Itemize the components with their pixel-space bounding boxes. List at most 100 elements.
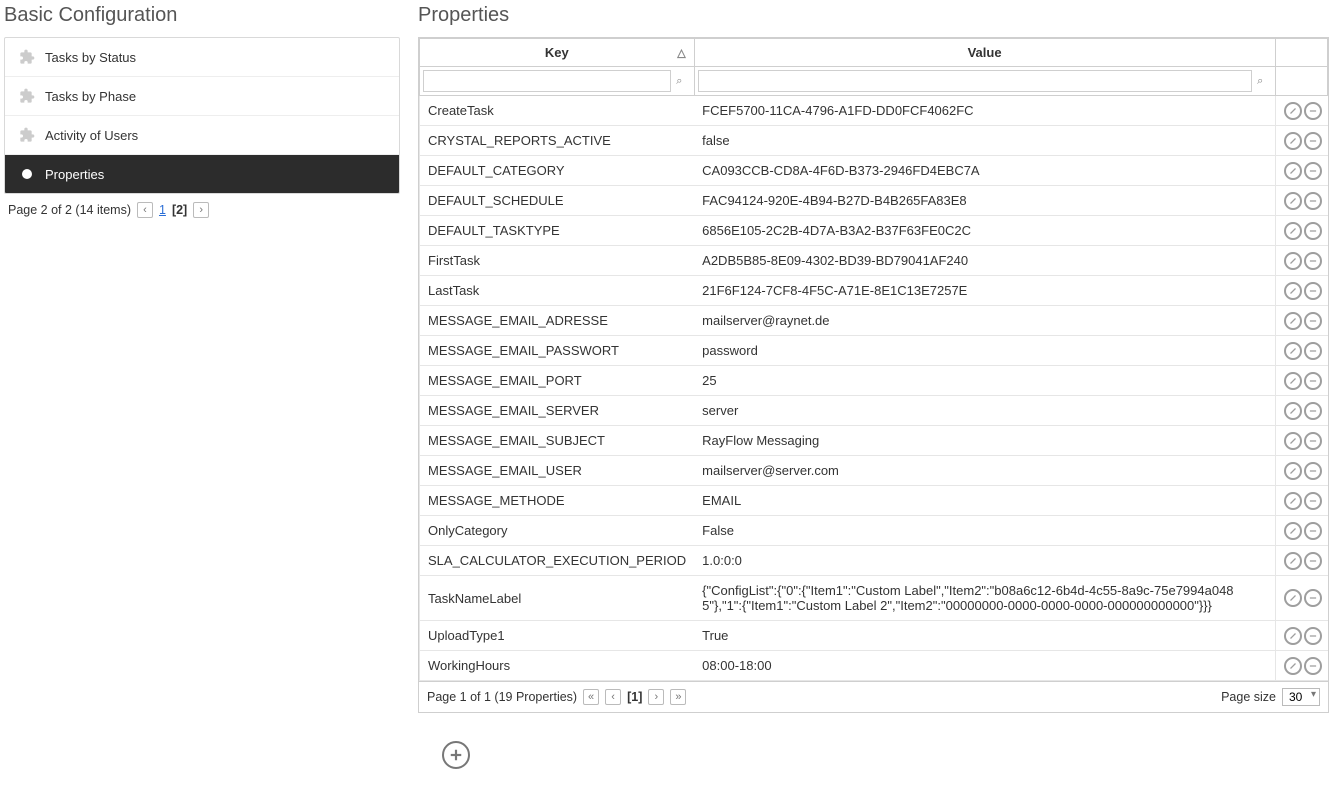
cell-value: True: [694, 621, 1275, 651]
cell-key: FirstTask: [420, 246, 695, 276]
edit-icon[interactable]: [1284, 372, 1302, 390]
delete-icon[interactable]: [1304, 372, 1322, 390]
delete-icon[interactable]: [1304, 552, 1322, 570]
sidebar-title: Basic Configuration: [4, 4, 400, 27]
cell-actions: [1275, 186, 1328, 216]
cell-value: FAC94124-920E-4B94-B27D-B4B265FA83E8: [694, 186, 1275, 216]
cell-value: 25: [694, 366, 1275, 396]
cell-value: CA093CCB-CD8A-4F6D-B373-2946FD4EBC7A: [694, 156, 1275, 186]
col-value-header[interactable]: Value: [694, 39, 1275, 67]
cell-key: DEFAULT_SCHEDULE: [420, 186, 695, 216]
sidebar-pager-text: Page 2 of 2 (14 items): [8, 203, 131, 217]
edit-icon[interactable]: [1284, 192, 1302, 210]
delete-icon[interactable]: [1304, 282, 1322, 300]
cell-value: 21F6F124-7CF8-4F5C-A71E-8E1C13E7257E: [694, 276, 1275, 306]
sidebar-item-3[interactable]: Properties: [5, 155, 399, 193]
cell-value: {"ConfigList":{"0":{"Item1":"Custom Labe…: [694, 576, 1275, 621]
delete-icon[interactable]: [1304, 222, 1322, 240]
properties-grid: Key △ Value ⌕ ⌕: [418, 37, 1329, 713]
sidebar-pager: Page 2 of 2 (14 items) ‹ 1 [2] ›: [4, 194, 400, 226]
cell-key: MESSAGE_EMAIL_USER: [420, 456, 695, 486]
table-row: UploadType1True: [420, 621, 1328, 651]
cell-value: password: [694, 336, 1275, 366]
edit-icon[interactable]: [1284, 252, 1302, 270]
grid-pager-next[interactable]: ›: [648, 689, 664, 705]
delete-icon[interactable]: [1304, 162, 1322, 180]
delete-icon[interactable]: [1304, 522, 1322, 540]
filter-key-input[interactable]: [423, 70, 671, 92]
puzzle-icon: [19, 88, 35, 104]
cell-key: DEFAULT_CATEGORY: [420, 156, 695, 186]
cell-actions: [1275, 156, 1328, 186]
table-row: MESSAGE_EMAIL_USERmailserver@server.com: [420, 456, 1328, 486]
cell-key: CRYSTAL_REPORTS_ACTIVE: [420, 126, 695, 156]
edit-icon[interactable]: [1284, 552, 1302, 570]
edit-icon[interactable]: [1284, 222, 1302, 240]
col-key-header[interactable]: Key △: [420, 39, 695, 67]
edit-icon[interactable]: [1284, 312, 1302, 330]
cell-value: EMAIL: [694, 486, 1275, 516]
edit-icon[interactable]: [1284, 627, 1302, 645]
filter-value-icon[interactable]: ⌕: [1257, 75, 1263, 87]
grid-pager-prev[interactable]: ‹: [605, 689, 621, 705]
filter-value-input[interactable]: [698, 70, 1252, 92]
delete-icon[interactable]: [1304, 627, 1322, 645]
cell-actions: [1275, 426, 1328, 456]
table-row: MESSAGE_EMAIL_ADRESSEmailserver@raynet.d…: [420, 306, 1328, 336]
delete-icon[interactable]: [1304, 402, 1322, 420]
table-row: MESSAGE_EMAIL_SUBJECTRayFlow Messaging: [420, 426, 1328, 456]
edit-icon[interactable]: [1284, 522, 1302, 540]
sidebar-pager-page-1[interactable]: 1: [159, 203, 166, 217]
dot-icon: [19, 166, 35, 182]
table-row: DEFAULT_CATEGORYCA093CCB-CD8A-4F6D-B373-…: [420, 156, 1328, 186]
delete-icon[interactable]: [1304, 492, 1322, 510]
sidebar-pager-prev[interactable]: ‹: [137, 202, 153, 218]
delete-icon[interactable]: [1304, 192, 1322, 210]
edit-icon[interactable]: [1284, 657, 1302, 675]
add-property-button[interactable]: [442, 741, 470, 769]
cell-key: LastTask: [420, 276, 695, 306]
puzzle-icon: [19, 127, 35, 143]
sidebar-list: Tasks by StatusTasks by PhaseActivity of…: [4, 37, 400, 194]
edit-icon[interactable]: [1284, 492, 1302, 510]
delete-icon[interactable]: [1304, 657, 1322, 675]
sidebar-item-2[interactable]: Activity of Users: [5, 116, 399, 155]
edit-icon[interactable]: [1284, 132, 1302, 150]
cell-actions: [1275, 276, 1328, 306]
edit-icon[interactable]: [1284, 432, 1302, 450]
table-row: TaskNameLabel{"ConfigList":{"0":{"Item1"…: [420, 576, 1328, 621]
table-row: MESSAGE_EMAIL_SERVERserver: [420, 396, 1328, 426]
delete-icon[interactable]: [1304, 432, 1322, 450]
cell-value: false: [694, 126, 1275, 156]
delete-icon[interactable]: [1304, 132, 1322, 150]
grid-pager-text: Page 1 of 1 (19 Properties): [427, 690, 577, 704]
table-row: CreateTaskFCEF5700-11CA-4796-A1FD-DD0FCF…: [420, 96, 1328, 126]
sidebar-item-1[interactable]: Tasks by Phase: [5, 77, 399, 116]
delete-icon[interactable]: [1304, 342, 1322, 360]
delete-icon[interactable]: [1304, 462, 1322, 480]
delete-icon[interactable]: [1304, 102, 1322, 120]
cell-value: 1.0:0:0: [694, 546, 1275, 576]
edit-icon[interactable]: [1284, 402, 1302, 420]
cell-key: CreateTask: [420, 96, 695, 126]
cell-key: MESSAGE_EMAIL_ADRESSE: [420, 306, 695, 336]
page-size-select[interactable]: 30: [1282, 688, 1320, 706]
edit-icon[interactable]: [1284, 162, 1302, 180]
cell-value: 08:00-18:00: [694, 651, 1275, 681]
edit-icon[interactable]: [1284, 102, 1302, 120]
grid-pager-last[interactable]: »: [670, 689, 686, 705]
sidebar-pager-next[interactable]: ›: [193, 202, 209, 218]
edit-icon[interactable]: [1284, 342, 1302, 360]
edit-icon[interactable]: [1284, 282, 1302, 300]
grid-pager-first[interactable]: «: [583, 689, 599, 705]
delete-icon[interactable]: [1304, 312, 1322, 330]
edit-icon[interactable]: [1284, 462, 1302, 480]
delete-icon[interactable]: [1304, 589, 1322, 607]
sidebar-item-0[interactable]: Tasks by Status: [5, 38, 399, 77]
filter-key-icon[interactable]: ⌕: [676, 75, 682, 87]
cell-actions: [1275, 546, 1328, 576]
table-row: MESSAGE_METHODEEMAIL: [420, 486, 1328, 516]
delete-icon[interactable]: [1304, 252, 1322, 270]
cell-value: server: [694, 396, 1275, 426]
edit-icon[interactable]: [1284, 589, 1302, 607]
